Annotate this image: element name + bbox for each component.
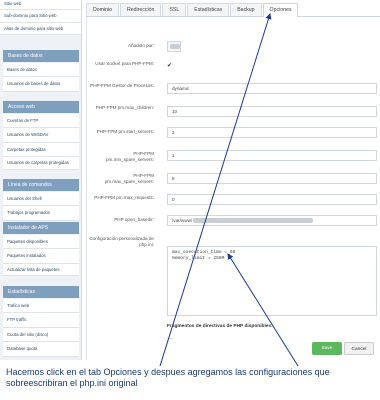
annotation-caption: Hacemos click en el tab Opciones y despu…	[6, 367, 330, 388]
tab-redireccion[interactable]: Redirección	[120, 3, 162, 16]
gestor-procesos-select[interactable]: dynamic	[167, 83, 377, 94]
start-servers-input[interactable]: 2	[167, 127, 377, 138]
label-usar-socket: Usar Socket para PHP-FPM:	[95, 61, 154, 66]
label-gestor-procesos: PHP-FPM Gestor de Procesos:	[90, 83, 154, 88]
label-open-basedir: PHP open_basedir:	[114, 217, 154, 222]
sidebar-item-usuarios-webdav[interactable]: Usuarios de WebDAV	[3, 128, 79, 143]
fragments-value: ----	[167, 337, 174, 342]
sidebar-item-paquetes-instalados[interactable]: Paquetes instalados	[3, 249, 79, 264]
open-basedir-value: /var/www/	[172, 218, 193, 223]
tab-dominio[interactable]: Dominio	[86, 3, 120, 16]
max-requests-input[interactable]: 0	[167, 194, 377, 205]
options-form: Añadido por: Usar Socket para PHP-FPM: ✔…	[86, 17, 380, 360]
tab-ssl[interactable]: SSL	[162, 3, 187, 16]
max-spare-servers-input[interactable]: 5	[167, 173, 377, 184]
sidebar-item-subdominio[interactable]: Sub-dominio para Sitio web	[0, 10, 81, 23]
usar-socket-checkbox[interactable]: ✔	[167, 63, 172, 69]
sidebar-item-alias[interactable]: Alias de dominio para sitio web	[0, 22, 81, 36]
min-spare-servers-input[interactable]: 1	[167, 150, 377, 161]
sidebar-item-usuarios-bd[interactable]: Usuarios de bases de datos	[3, 77, 79, 92]
open-basedir-input[interactable]: /var/www/	[167, 215, 377, 226]
sidebar-section-linea-comandos: Línea de comandos	[3, 179, 79, 191]
sidebar-section-acceso-web: Acceso web	[3, 101, 79, 113]
sidebar: Sitio web Sub-dominio para Sitio web Ali…	[0, 0, 82, 360]
fragments-label: Fragmentos de directivas de PHP disponib…	[167, 324, 273, 329]
sidebar-item-trabajos-programados[interactable]: Trabajos programados	[3, 206, 79, 221]
cancel-button[interactable]: Cancel	[344, 342, 374, 355]
save-button[interactable]: Save	[312, 342, 342, 355]
sidebar-item-carpetas-protegidas[interactable]: Carpetas protegidas	[3, 142, 79, 158]
sidebar-section-estadisticas: Estadísticas	[3, 286, 79, 298]
label-max-requests: PHP-FPM pm.max_requests:	[94, 195, 154, 200]
sidebar-item-usuarios-carpetas[interactable]: Usuarios de carpetas protegidas	[3, 157, 79, 170]
sidebar-item-paquetes-disponibles[interactable]: Paquetes disponibles	[3, 235, 79, 250]
sidebar-section-instalador-aps: Instalador de APS	[3, 222, 79, 234]
tab-opciones[interactable]: Opciones	[262, 3, 299, 17]
sidebar-item-cuentas-ftp[interactable]: Cuentas de FTP	[3, 114, 79, 129]
tab-estadisticas[interactable]: Estadísticas	[187, 3, 230, 16]
sidebar-item-usuarios-shell[interactable]: Usuarios del Shell	[3, 192, 79, 207]
sidebar-item-ftp-traffic[interactable]: FTP traffic	[3, 313, 79, 328]
sidebar-item-database-quota[interactable]: Database quota	[3, 342, 79, 357]
php-ini-textarea[interactable]: max_execution_time = 60 memory_limit = 2…	[167, 246, 377, 316]
anadido-por-field	[167, 41, 181, 52]
sidebar-item-trafico-web[interactable]: Trafico web	[3, 299, 79, 314]
label-max-children: PHP-FPM pm.max_children:	[95, 105, 154, 110]
sidebar-item-sitio-web[interactable]: Sitio web	[0, 0, 81, 11]
sidebar-section-bases-de-datos: Bases de datos	[3, 50, 79, 62]
label-min-spare-servers: PHP-FPM pm.min_spare_servers:	[106, 151, 154, 162]
sidebar-item-bases-de-datos[interactable]: Bases de datos	[3, 63, 79, 78]
label-anadido-por: Añadido por:	[127, 43, 154, 48]
label-start-servers: PHP-FPM pm.start_servers:	[96, 129, 154, 134]
tab-backup[interactable]: Backup	[230, 3, 262, 16]
label-php-ini: Configuración personalizada de php.ini:	[89, 236, 154, 247]
label-max-spare-servers: PHP-FPM pm.max_spare_servers:	[104, 173, 154, 184]
sidebar-item-cuota-sitio[interactable]: Cuota del sitio (disco)	[3, 327, 79, 343]
max-children-input[interactable]: 10	[167, 106, 377, 117]
sidebar-item-actualizar-lista[interactable]: Actualizar lista de paquetes	[3, 263, 79, 277]
tab-bar: Dominio Redirección SSL Estadísticas Bac…	[86, 3, 380, 17]
